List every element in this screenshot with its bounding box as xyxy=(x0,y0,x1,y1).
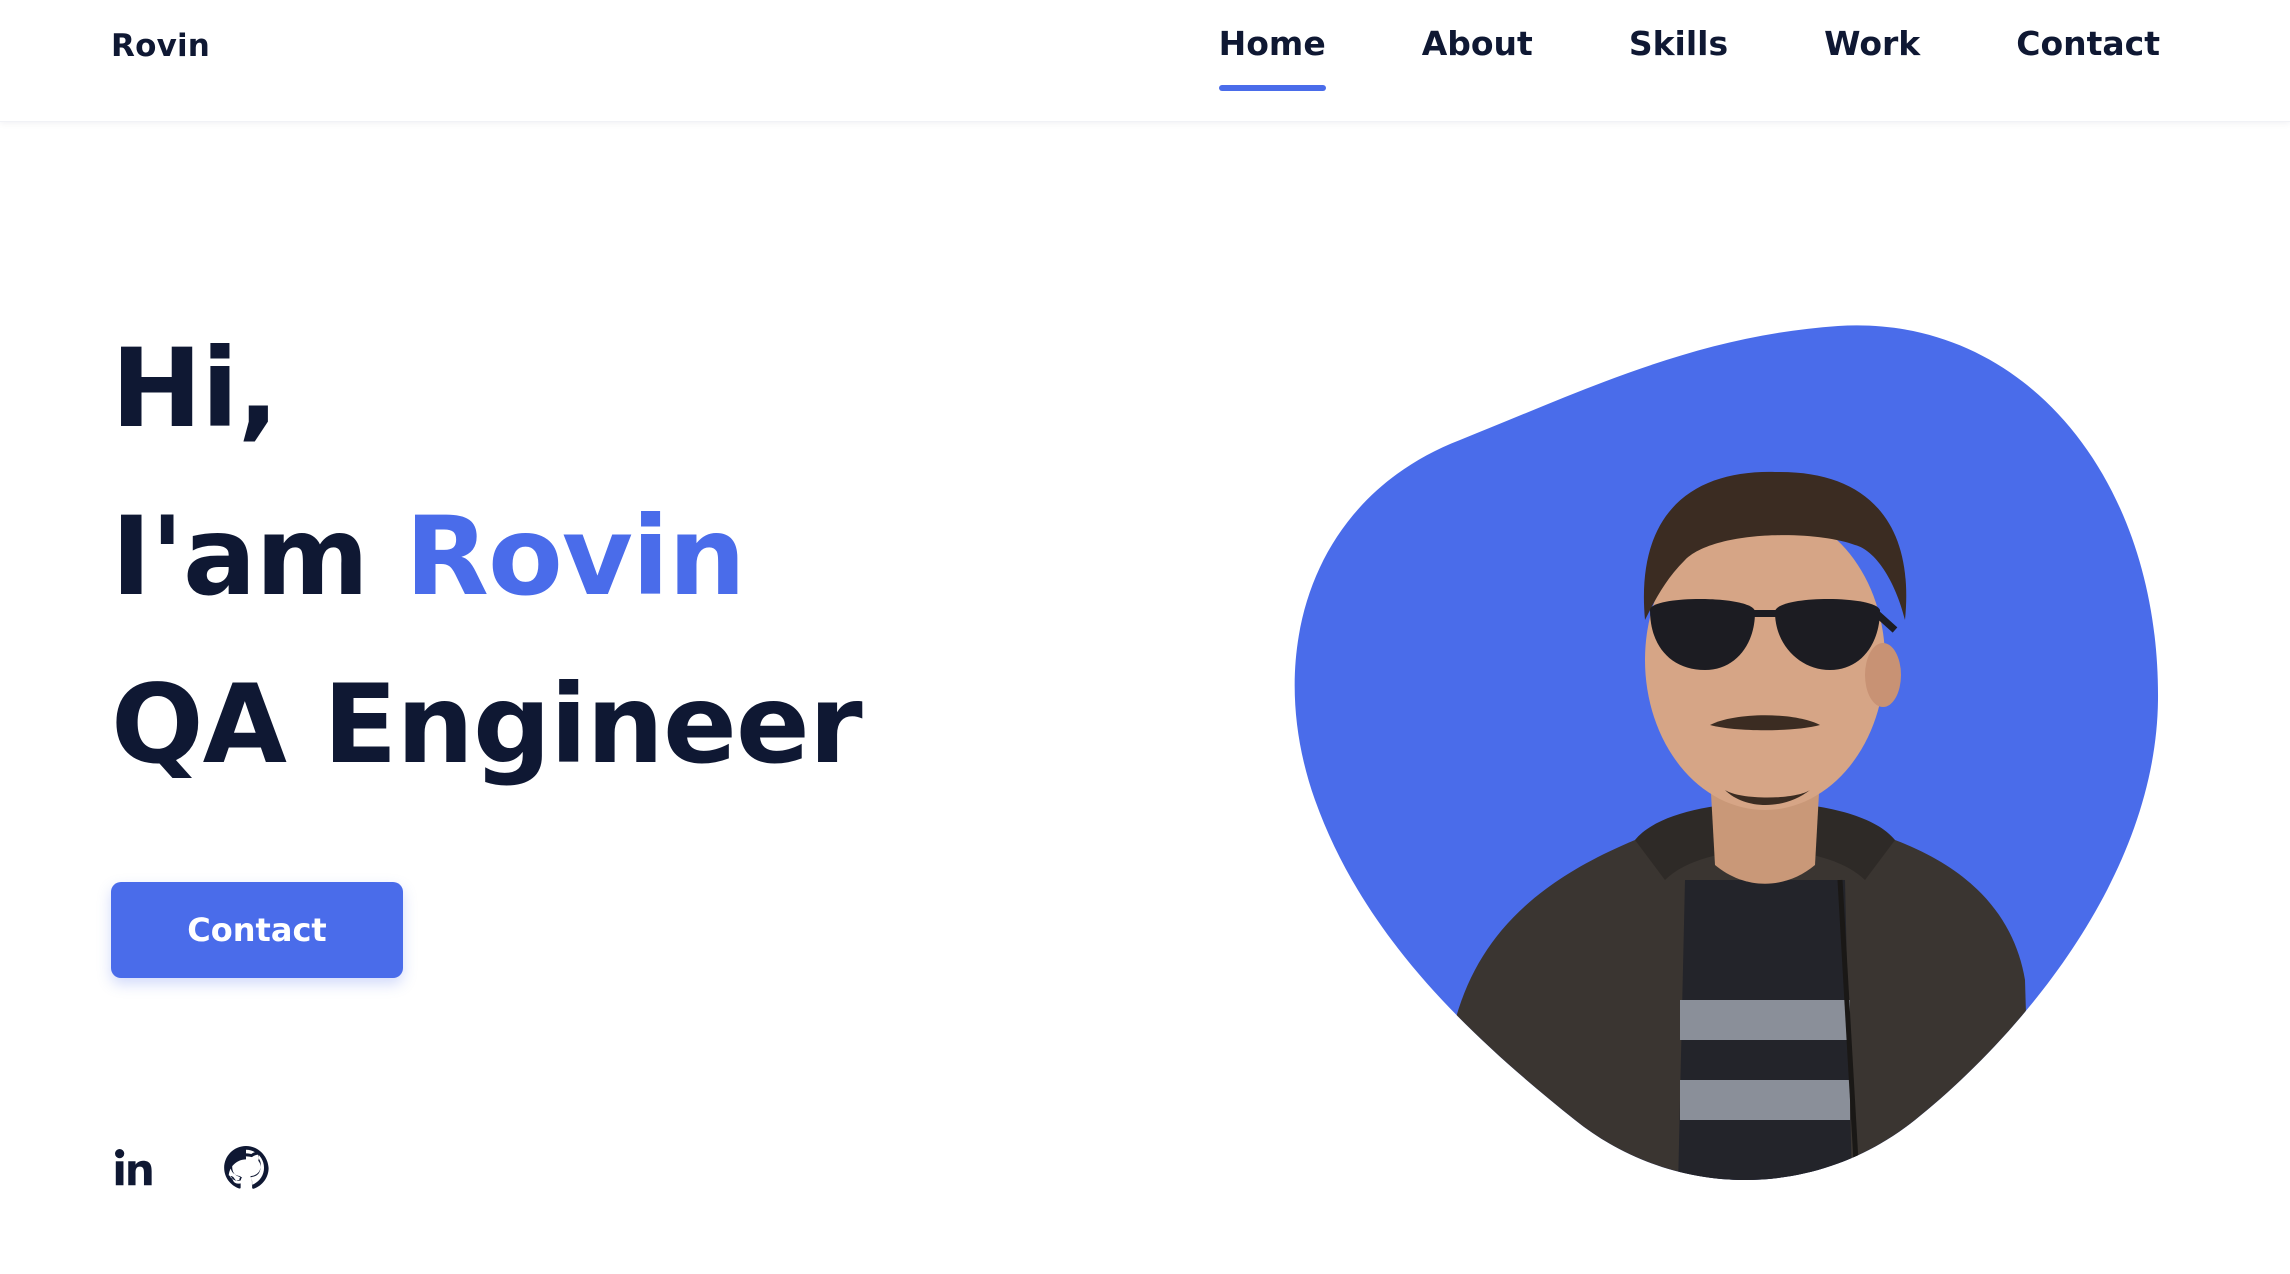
site-header: Rovin Home About Skills Work Contact xyxy=(0,0,2290,122)
logo[interactable]: Rovin xyxy=(111,28,210,64)
linkedin-icon[interactable] xyxy=(111,1145,157,1191)
greeting-line: Hi, xyxy=(111,325,279,452)
profile-blob xyxy=(1294,325,2159,1180)
job-title: QA Engineer xyxy=(111,661,863,788)
main-nav: Home About Skills Work Contact xyxy=(1218,24,2160,91)
hero-name: Rovin xyxy=(405,493,746,620)
social-links xyxy=(111,1145,269,1191)
profile-photo xyxy=(1255,320,2165,1210)
name-line: I'am Rovin xyxy=(111,473,862,641)
nav-item-about[interactable]: About xyxy=(1422,24,1533,91)
nav-item-skills[interactable]: Skills xyxy=(1629,24,1728,91)
hero-heading: Hi, I'am Rovin QA Engineer xyxy=(111,305,863,809)
contact-button[interactable]: Contact xyxy=(111,882,403,978)
name-prefix: I'am xyxy=(111,493,406,620)
nav-item-contact[interactable]: Contact xyxy=(2016,24,2160,91)
nav-item-work[interactable]: Work xyxy=(1824,24,1920,91)
nav-item-home[interactable]: Home xyxy=(1218,24,1326,91)
github-icon[interactable] xyxy=(223,1145,269,1191)
